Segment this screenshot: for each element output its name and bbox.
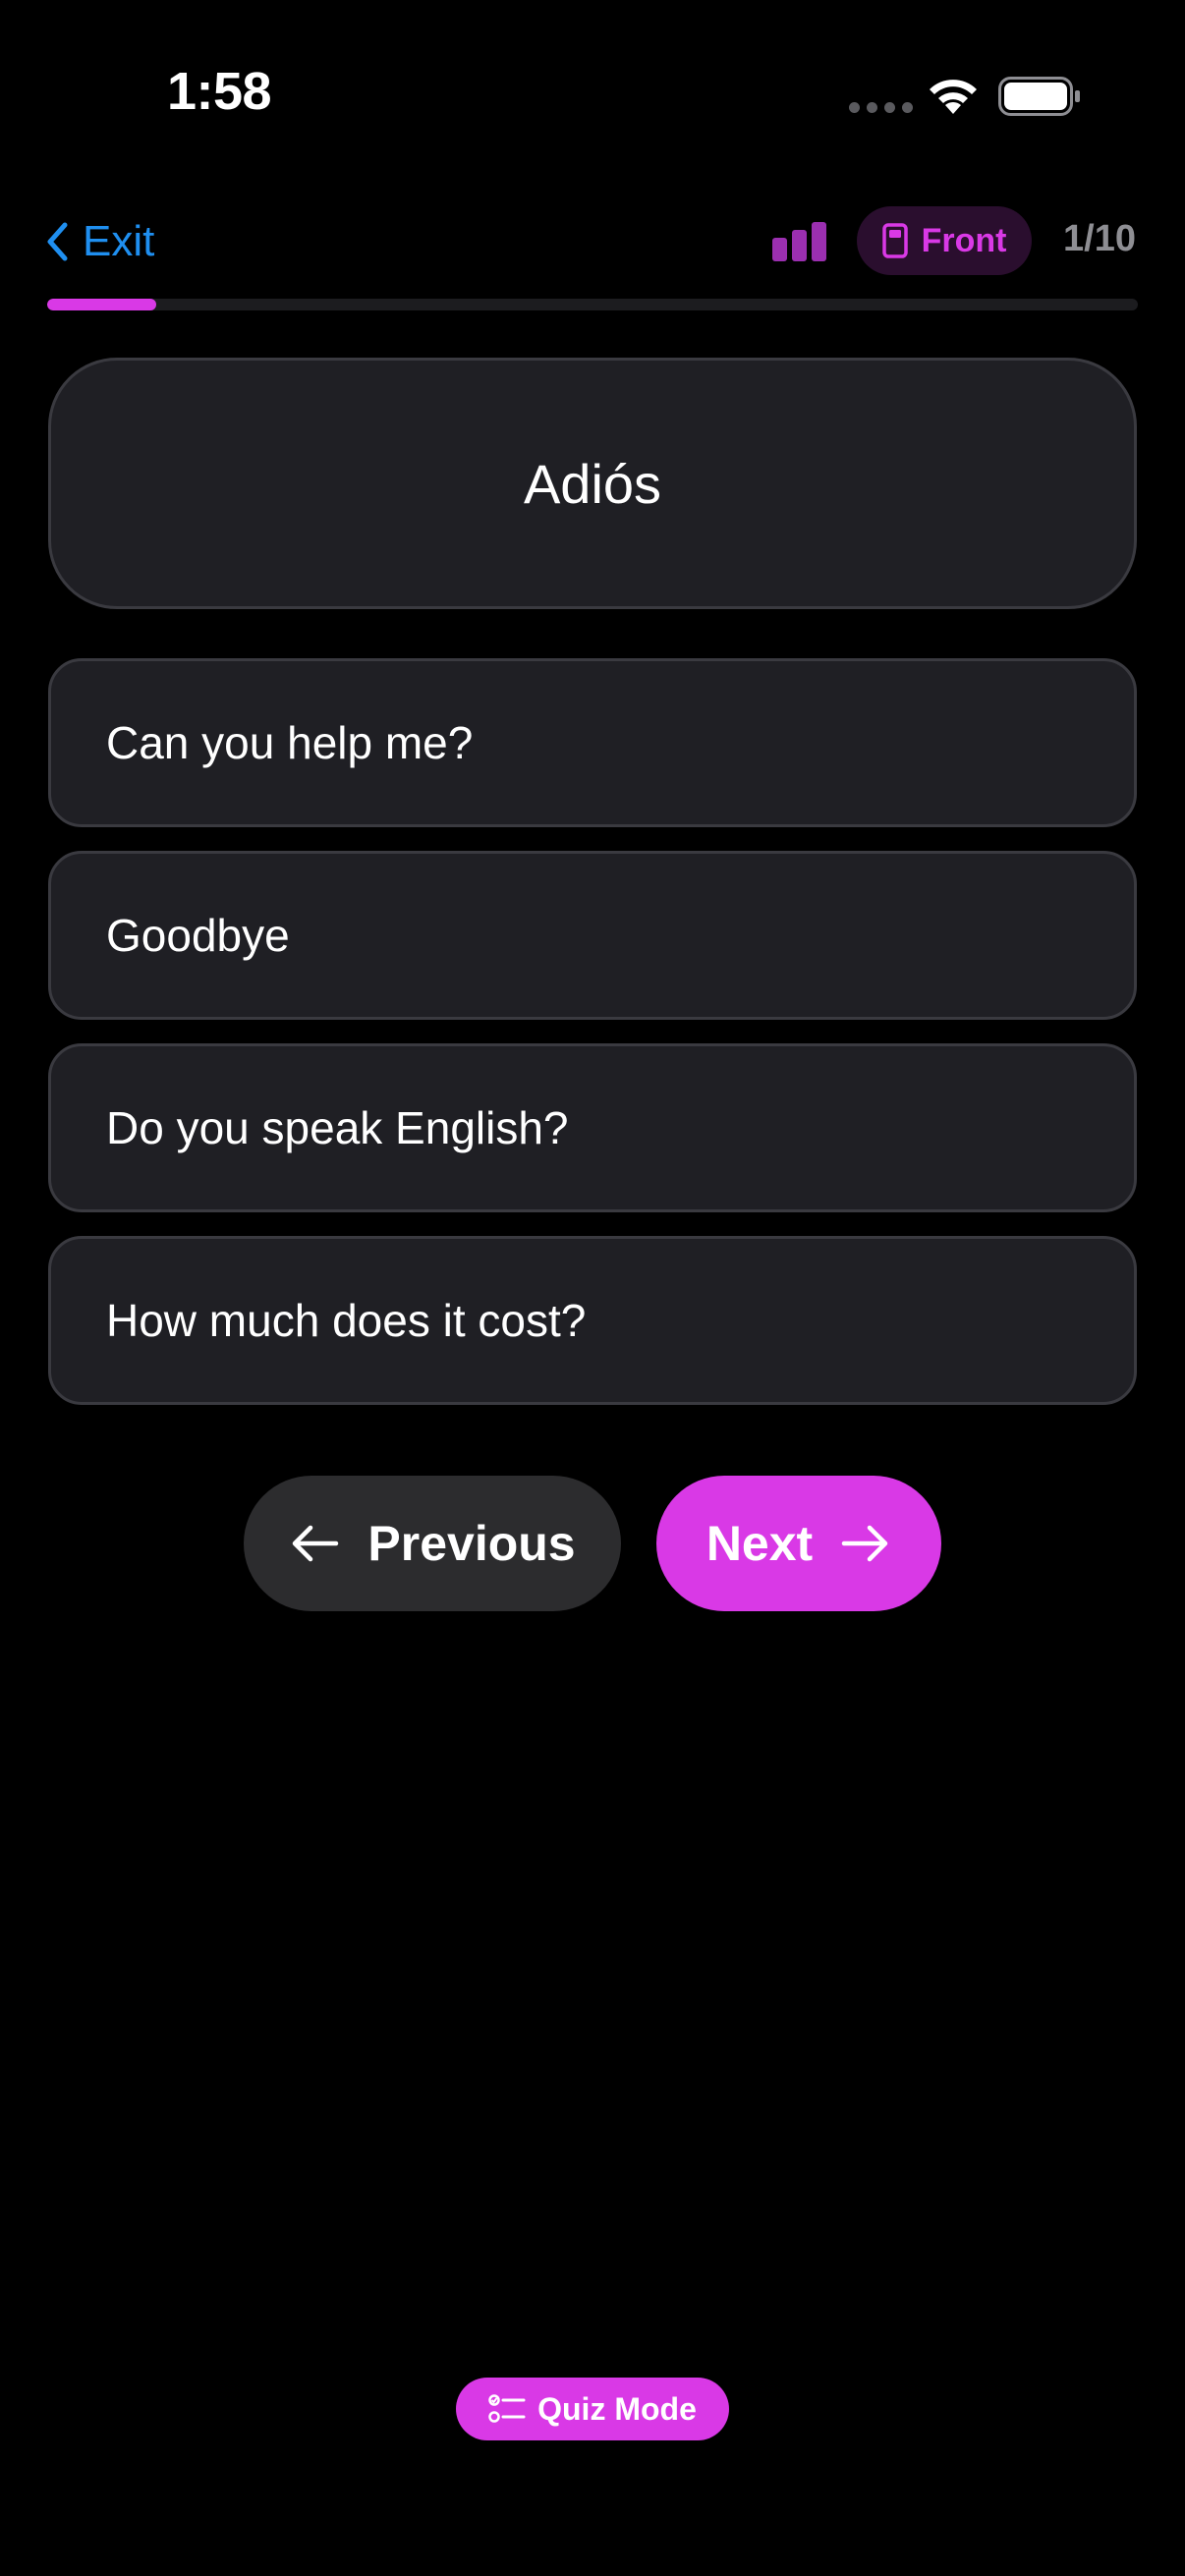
next-button[interactable]: Next	[656, 1476, 941, 1611]
answer-option-label: Can you help me?	[106, 717, 474, 768]
answer-option[interactable]: How much does it cost?	[48, 1236, 1137, 1405]
bar-level-icon[interactable]	[772, 222, 827, 261]
flashcard-prompt[interactable]: Adiós	[48, 358, 1137, 609]
answer-option-label: How much does it cost?	[106, 1295, 587, 1346]
wifi-icon	[930, 80, 977, 114]
card-side-toggle[interactable]: Front	[857, 206, 1032, 275]
prompt-text: Adiós	[523, 452, 662, 515]
battery-icon	[998, 77, 1080, 116]
exit-button[interactable]: Exit	[45, 214, 154, 269]
status-time: 1:58	[167, 62, 272, 121]
answer-option[interactable]: Can you help me?	[48, 658, 1137, 827]
next-label: Next	[705, 1516, 814, 1571]
checklist-icon	[488, 2394, 526, 2423]
answer-option-label: Do you speak English?	[106, 1102, 569, 1153]
quiz-mode-button[interactable]: Quiz Mode	[456, 2378, 729, 2440]
answer-option-label: Goodbye	[106, 910, 290, 961]
quiz-mode-label: Quiz Mode	[537, 2390, 697, 2427]
card-counter: 1/10	[1063, 218, 1136, 259]
answer-option[interactable]: Do you speak English?	[48, 1043, 1137, 1212]
chevron-left-icon	[47, 222, 68, 261]
exit-label: Exit	[83, 217, 155, 265]
card-front-icon	[881, 223, 908, 258]
progress-fill	[47, 299, 156, 310]
card-side-label: Front	[921, 221, 1007, 259]
arrow-left-icon	[293, 1525, 339, 1562]
arrow-right-icon	[841, 1525, 888, 1562]
progress-bar	[47, 299, 1138, 310]
previous-label: Previous	[367, 1516, 576, 1571]
previous-button[interactable]: Previous	[244, 1476, 621, 1611]
answer-option[interactable]: Goodbye	[48, 851, 1137, 1020]
cellular-signal-icon	[849, 102, 913, 113]
